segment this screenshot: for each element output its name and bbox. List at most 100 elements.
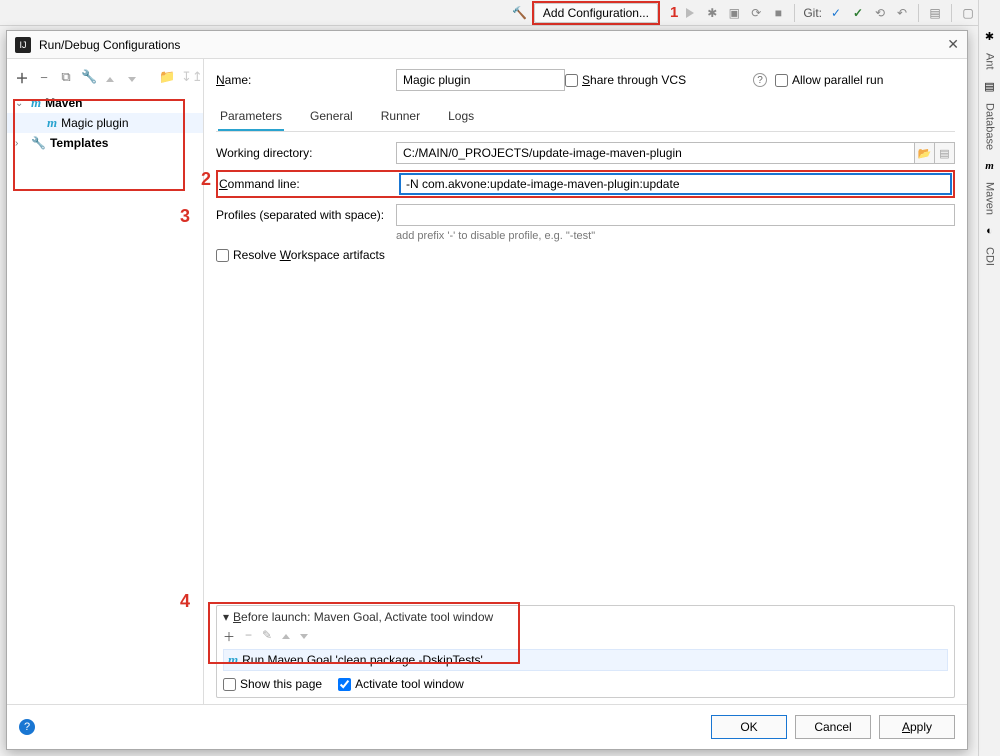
tree-node-maven[interactable]: ⌄ m Maven [7,93,203,113]
activate-tool-window-checkbox[interactable]: Activate tool window [338,677,464,691]
move-up-icon[interactable] [103,70,117,85]
browse-folder-icon[interactable]: 📂 [915,142,935,164]
command-line-input[interactable] [399,173,952,195]
debug-icon[interactable]: ✱ [704,5,720,21]
sidebar-toolbar: ＋ − ⧉ 🔧 📁 ↧↥ [7,65,203,89]
move-down-icon[interactable] [300,628,308,645]
help-icon[interactable]: ? [753,73,767,87]
add-config-icon[interactable]: ＋ [15,68,29,87]
tree-node-label: Templates [50,136,108,150]
profiles-input[interactable] [396,204,955,226]
maven-icon: m [985,160,994,172]
working-directory-input[interactable] [396,142,915,164]
show-page-box[interactable] [223,678,236,691]
move-up-icon[interactable] [282,628,290,645]
remove-config-icon[interactable]: − [37,70,51,85]
allow-parallel-box[interactable] [775,74,788,87]
config-sidebar: ＋ − ⧉ 🔧 📁 ↧↥ ⌄ m Maven m Magic plugin [7,59,204,704]
toolbar-separator [951,4,952,22]
profiles-hint: add prefix '-' to disable profile, e.g. … [396,230,955,242]
tab-general[interactable]: General [308,103,355,131]
before-launch-toolbar: ＋ − ✎ [223,628,948,645]
maven-tool-window[interactable]: Maven [984,182,996,215]
before-launch-section: ▾ Before launch: Maven Goal, Activate to… [216,605,955,698]
apply-button[interactable]: Apply [879,715,955,739]
callout-1: 1 [670,4,678,21]
name-label: Name: [216,73,396,87]
edit-task-icon[interactable]: ✎ [262,628,272,645]
resolve-workspace-checkbox[interactable]: Resolve Workspace artifacts [216,248,955,262]
add-configuration-button[interactable]: Add Configuration... [534,3,658,23]
callout-4: 4 [180,591,190,612]
git-commit-icon[interactable]: ✓ [850,5,866,21]
git-revert-icon[interactable]: ↶ [894,5,910,21]
hammer-icon[interactable]: 🔨 [512,5,528,21]
cdi-tool-window[interactable]: CDI [984,247,996,266]
edit-defaults-icon[interactable]: 🔧 [81,69,95,85]
profile-icon[interactable]: ⟳ [748,5,764,21]
command-line-label: Command line: [219,177,399,191]
ide-toolbar: 🔨 Add Configuration... 1 ✱ ▣ ⟳ ■ Git: ✓ … [0,0,1000,26]
git-label: Git: [803,6,822,20]
dialog-button-bar: ? OK Cancel Apply [7,704,967,749]
help-icon[interactable]: ? [19,719,35,735]
run-icon[interactable] [682,5,698,21]
chevron-down-icon: ▾ [223,610,229,624]
split-icon[interactable]: ▢ [960,5,976,21]
before-launch-header[interactable]: ▾ Before launch: Maven Goal, Activate to… [223,610,948,624]
resolve-box[interactable] [216,249,229,262]
share-checkbox-box[interactable] [565,74,578,87]
toolbar-separator [794,4,795,22]
dialog-close-button[interactable]: ✕ [947,36,959,53]
show-this-page-checkbox[interactable]: Show this page [223,677,322,691]
cancel-button[interactable]: Cancel [795,715,871,739]
database-tool-window[interactable]: Database [984,103,996,150]
tree-node-label: Magic plugin [61,116,128,130]
git-history-icon[interactable]: ⟲ [872,5,888,21]
sort-icon[interactable]: ↧↥ [181,69,195,85]
move-down-icon[interactable] [125,70,139,85]
before-launch-item-label: Run Maven Goal 'clean package -DskipTest… [242,653,483,667]
tab-runner[interactable]: Runner [379,103,422,131]
activate-box[interactable] [338,678,351,691]
add-task-icon[interactable]: ＋ [223,628,235,645]
remove-task-icon[interactable]: − [245,628,252,645]
git-update-icon[interactable]: ✓ [828,5,844,21]
tab-logs[interactable]: Logs [446,103,476,131]
maven-icon: m [47,115,57,131]
tree-node-templates[interactable]: › 🔧 Templates [7,133,203,153]
working-directory-label: Working directory: [216,146,396,160]
callout-3: 3 [180,206,190,227]
insert-macro-icon[interactable]: ▤ [935,142,955,164]
wrench-icon: 🔧 [31,136,46,150]
allow-parallel-checkbox[interactable]: Allow parallel run [775,73,955,87]
dialog-app-icon: IJ [15,37,31,53]
stop-icon[interactable]: ■ [770,5,786,21]
name-input[interactable] [396,69,565,91]
ok-button[interactable]: OK [711,715,787,739]
chevron-down-icon: ⌄ [15,98,27,109]
structure-icon[interactable]: ▤ [927,5,943,21]
add-configuration-label: Add Configuration... [543,6,649,20]
chevron-right-icon: › [15,138,27,149]
config-tabs: Parameters General Runner Logs [216,103,955,132]
dialog-titlebar: IJ Run/Debug Configurations ✕ [7,31,967,59]
share-through-vcs-checkbox[interactable]: Share through VCS [565,73,745,87]
maven-icon: m [228,652,238,668]
toolbar-separator [918,4,919,22]
tree-node-label: Maven [45,96,82,110]
right-tool-strip: ✱ Ant ▤ Database m Maven ◐ CDI [978,0,1000,756]
run-debug-configurations-dialog: IJ Run/Debug Configurations ✕ ＋ − ⧉ 🔧 📁 … [6,30,968,750]
tree-node-magic-plugin[interactable]: m Magic plugin [7,113,203,133]
profiles-label: Profiles (separated with space): [216,208,396,222]
ant-icon: ✱ [985,30,994,43]
copy-config-icon[interactable]: ⧉ [59,69,73,85]
coverage-icon[interactable]: ▣ [726,5,742,21]
folder-icon[interactable]: 📁 [159,69,173,85]
tab-parameters[interactable]: Parameters [218,103,284,131]
config-tree: ⌄ m Maven m Magic plugin › 🔧 Templates [7,89,203,157]
config-main-panel: 3 Name: Share through VCS ? Allow parall… [204,59,967,704]
ant-tool-window[interactable]: Ant [984,53,996,70]
maven-icon: m [31,95,41,111]
before-launch-item[interactable]: m Run Maven Goal 'clean package -DskipTe… [223,649,948,671]
